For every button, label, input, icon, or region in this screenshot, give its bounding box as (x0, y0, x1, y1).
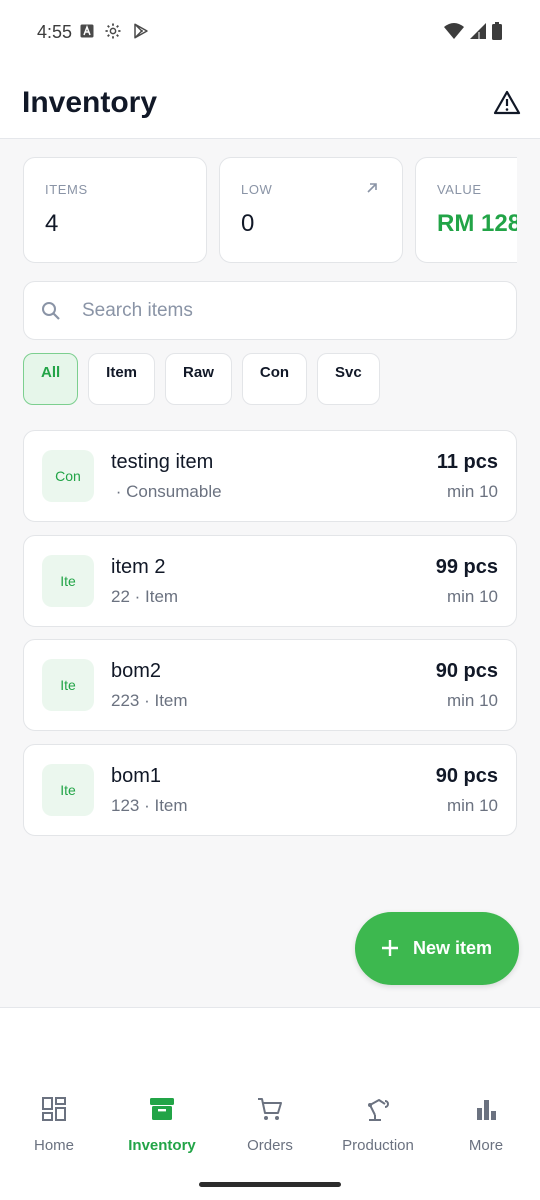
stat-label: VALUE (437, 182, 482, 197)
chip-raw[interactable]: Raw (165, 353, 232, 405)
nav-inventory[interactable]: Inventory (108, 1093, 216, 1163)
item-name: item 2 (111, 555, 166, 578)
item-name: bom1 (111, 764, 162, 787)
status-time: 4:55 (37, 22, 73, 42)
stat-value: 0 (241, 210, 255, 237)
item-quantity: 90 pcs (435, 764, 498, 787)
nav-label: Home (33, 1137, 74, 1154)
stat-card-items[interactable]: ITEMS 4 (23, 157, 207, 263)
item-subtitle: 223 · Item (111, 691, 188, 710)
nav-production[interactable]: Production (324, 1093, 432, 1163)
new-item-label: New item (413, 938, 493, 958)
stat-value: 4 (45, 210, 59, 237)
stat-card-value[interactable]: VALUE RM 128 (415, 157, 517, 263)
list-item[interactable]: Con testing item · Consumable 11 pcs min… (23, 430, 517, 522)
item-subtitle: 123 · Item (111, 795, 188, 815)
list-item[interactable]: Ite bom1 123 · Item 90 pcs min 10 (23, 743, 517, 836)
type-badge: Ite (42, 659, 94, 711)
plus-icon (382, 940, 398, 956)
chip-item[interactable]: Item (88, 353, 156, 405)
item-min: min 10 (446, 586, 498, 606)
item-name: testing item (111, 451, 214, 473)
new-item-button[interactable]: New item (355, 912, 519, 985)
item-quantity: 90 pcs (435, 660, 498, 682)
item-min: min 10 (446, 691, 498, 710)
stat-label: ITEMS (45, 182, 88, 197)
item-subtitle: 22 · Item (111, 586, 179, 606)
settings-gear-icon (105, 23, 121, 39)
bottom-nav: Home Inventory Orders Production More (0, 1007, 540, 1200)
nav-label: More (468, 1137, 504, 1154)
item-min: min 10 (446, 795, 498, 815)
warning-triangle-icon (493, 90, 521, 115)
nav-more[interactable]: More (432, 1093, 540, 1163)
chip-svc[interactable]: Svc (317, 353, 380, 405)
item-quantity: 99 pcs (435, 555, 498, 578)
play-store-icon (134, 23, 148, 39)
nav-orders[interactable]: Orders (216, 1093, 324, 1163)
nav-label: Production (342, 1137, 414, 1154)
chip-con[interactable]: Con (241, 353, 308, 405)
home-indicator[interactable] (199, 1182, 341, 1187)
search-icon (42, 302, 60, 320)
inventory-list: Con testing item · Consumable 11 pcs min… (23, 430, 517, 848)
stat-value: RM 128 (437, 210, 517, 237)
type-badge: Con (42, 450, 94, 502)
bar-chart-icon (477, 1100, 496, 1120)
robot-arm-icon (368, 1099, 389, 1121)
item-subtitle: · Consumable (111, 482, 222, 501)
nav-label: Inventory (128, 1137, 196, 1154)
nav-label: Orders (247, 1137, 293, 1154)
filter-chips: All Item Raw Con Svc (23, 353, 380, 405)
search-bar[interactable] (23, 281, 517, 340)
alerts-button[interactable] (492, 88, 522, 118)
stats-row: ITEMS 4 LOW 0 VALUE RM 128 (23, 157, 517, 263)
list-item[interactable]: Ite bom2 223 · Item 90 pcs min 10 (23, 639, 517, 731)
font-a-icon (80, 24, 94, 38)
list-item[interactable]: Ite item 2 22 · Item 99 pcs min 10 (23, 534, 517, 627)
shopping-cart-icon (258, 1098, 282, 1120)
wifi-icon (444, 23, 464, 39)
archive-box-icon (150, 1098, 174, 1120)
page-title: Inventory (22, 86, 158, 119)
stat-label: LOW (241, 182, 273, 197)
battery-icon (492, 22, 502, 40)
item-min: min 10 (446, 482, 498, 501)
nav-home[interactable]: Home (0, 1093, 108, 1163)
dashboard-grid-icon (42, 1097, 66, 1121)
item-name: bom2 (111, 660, 162, 682)
signal-icon (470, 23, 486, 39)
status-right-icons (444, 22, 502, 40)
status-left-icons (80, 22, 150, 40)
item-quantity: 11 pcs (436, 451, 498, 473)
status-bar: 4:55 (0, 0, 540, 66)
app-header: Inventory (0, 66, 540, 139)
type-badge: Ite (42, 763, 94, 816)
arrow-up-right-icon (367, 183, 377, 193)
type-badge: Ite (42, 554, 94, 607)
search-input[interactable] (82, 282, 502, 339)
chip-all[interactable]: All (23, 353, 79, 405)
stat-card-low[interactable]: LOW 0 (219, 157, 403, 263)
